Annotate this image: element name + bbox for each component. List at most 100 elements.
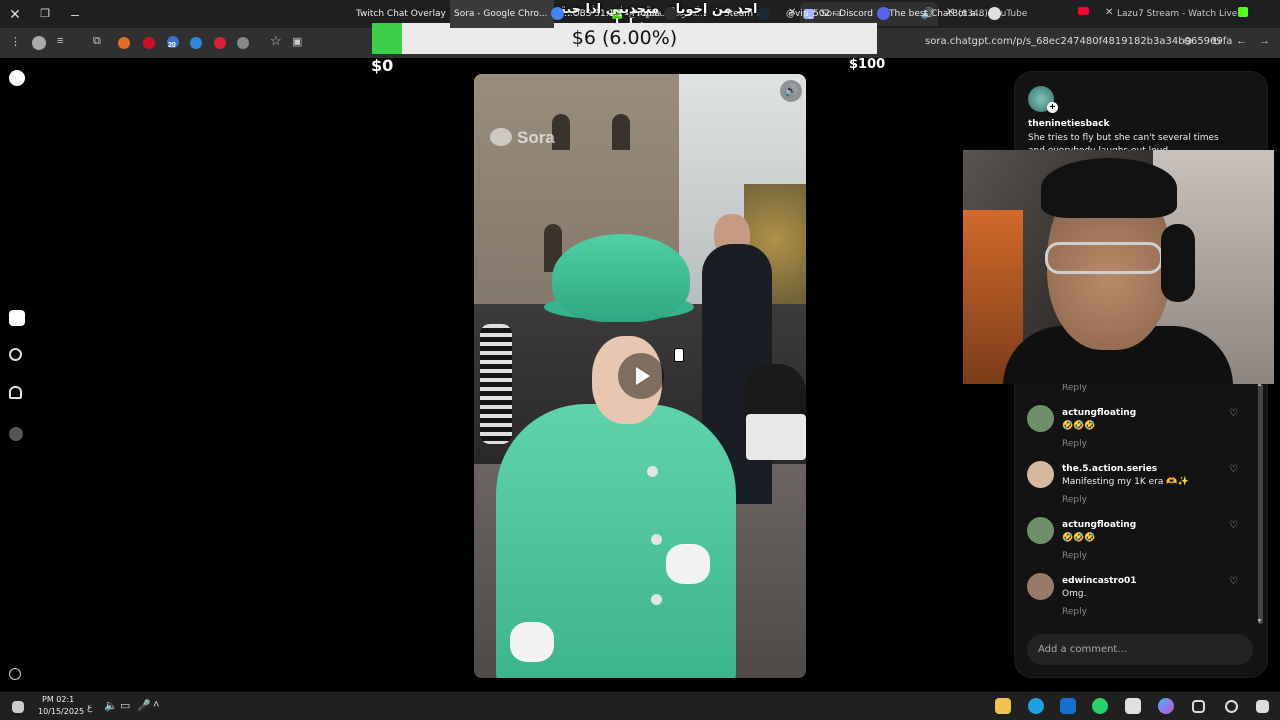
taskbar-app-label: ...OBS 31.1.1 - Profile: [564, 9, 660, 19]
extension-icon[interactable]: [118, 37, 130, 49]
start-icon[interactable]: [1256, 700, 1269, 713]
extension-icon[interactable]: [190, 37, 202, 49]
kick-icon: [1238, 7, 1248, 20]
app-icon: [663, 7, 677, 20]
microphone-icon[interactable]: 🎤: [137, 699, 151, 712]
taskbar-app-label: @vip_502 - Discord: [786, 9, 874, 19]
scroll-down-icon[interactable]: ▼: [1256, 618, 1263, 625]
taskbar-app-button[interactable]: Twitch Chat Overlay: [352, 0, 463, 28]
taskbar-app-label: The best ChatBot a...: [889, 9, 985, 19]
comment-text: Omg.: [1062, 589, 1087, 599]
minimize-window-icon[interactable]: –: [64, 4, 86, 24]
comment-text: 🤣🤣🤣: [1062, 421, 1096, 431]
site-settings-icon[interactable]: ⚙: [1183, 35, 1193, 48]
language-indicator[interactable]: ع: [87, 702, 92, 713]
outlook-icon[interactable]: [1060, 698, 1076, 714]
task-view-icon[interactable]: [1192, 700, 1205, 713]
extension-badge: 20: [168, 42, 176, 49]
copilot-icon[interactable]: [1158, 698, 1174, 714]
commenter-avatar[interactable]: [1027, 405, 1054, 432]
taskbar-app-button[interactable]: Steam: [720, 0, 771, 28]
commenter-username[interactable]: edwincastro01: [1062, 576, 1137, 586]
coat-button: [651, 594, 662, 605]
coat-button: [647, 466, 658, 477]
tab-label: Lazu7 Stream - Watch Live on K: [1117, 9, 1237, 19]
like-heart-icon[interactable]: ♡: [1229, 464, 1238, 475]
taskbar-app-label: Steam: [724, 9, 754, 19]
taskbar-app-button[interactable]: ...OBS 31.1.1 - Profile: [560, 0, 677, 28]
sora-logo-icon[interactable]: [9, 70, 25, 86]
extension-icon[interactable]: [214, 37, 226, 49]
reply-link[interactable]: Reply: [1062, 383, 1087, 393]
extension-icon[interactable]: [143, 37, 155, 49]
commenter-avatar[interactable]: [1027, 517, 1054, 544]
chevron-up-icon[interactable]: ˄: [153, 699, 159, 711]
reply-link[interactable]: Reply: [1062, 495, 1087, 505]
network-icon[interactable]: ▭: [120, 699, 130, 712]
taskbar-app-button[interactable]: Sora - Google Chro...: [450, 0, 565, 28]
back-icon[interactable]: ←: [1236, 35, 1247, 47]
taskbar-app-button[interactable]: @vip_502 - Discord: [782, 0, 891, 28]
video-player[interactable]: Sora 🔊: [474, 74, 806, 678]
reload-icon[interactable]: ↻: [1212, 35, 1221, 48]
app-icon: [757, 7, 771, 20]
reading-list-icon[interactable]: ≡: [57, 35, 63, 47]
author-username[interactable]: theninetiesback: [1028, 119, 1110, 129]
close-window-icon[interactable]: ✕: [4, 4, 26, 24]
white-glove: [510, 622, 554, 662]
bell-icon[interactable]: [9, 386, 22, 399]
volume-icon[interactable]: 🔈: [104, 699, 118, 712]
donation-goal-max: $100: [849, 57, 886, 72]
taskbar-app-button[interactable]: The best ChatBot a...: [885, 0, 1002, 28]
watermark-text: Sora: [517, 128, 555, 147]
search-icon[interactable]: [1225, 700, 1238, 713]
like-heart-icon[interactable]: ♡: [1229, 408, 1238, 419]
home-icon[interactable]: [9, 310, 25, 326]
taskbar-app-label: Twitch Chat Overlay: [356, 9, 446, 19]
notification-icon[interactable]: [12, 701, 24, 713]
close-tab-icon[interactable]: ✕: [1105, 7, 1113, 18]
webcam-overlay: [963, 150, 1274, 384]
bookmark-star-icon[interactable]: ☆: [270, 33, 282, 49]
comment-text: Manifesting my 1K era 🫶✨: [1062, 477, 1189, 487]
clock-time[interactable]: PM 02:1: [42, 695, 74, 704]
extensions-icon[interactable]: ⧉: [93, 35, 101, 48]
white-glove: [666, 544, 710, 584]
cast-icon[interactable]: ▣: [292, 35, 302, 48]
search-icon[interactable]: [9, 348, 22, 361]
store-icon[interactable]: [1125, 698, 1141, 714]
like-heart-icon[interactable]: ♡: [1229, 520, 1238, 531]
youtube-icon: [1078, 7, 1089, 18]
microphone-flag: [746, 414, 806, 460]
skeleton-costume: [480, 324, 512, 444]
headset: [1161, 224, 1195, 302]
sora-watermark-icon: [490, 128, 512, 146]
extension-icon[interactable]: [237, 37, 249, 49]
reply-link[interactable]: Reply: [1062, 551, 1087, 561]
play-icon[interactable]: [618, 353, 664, 399]
more-options-icon[interactable]: [9, 668, 21, 680]
profile-avatar-icon[interactable]: [9, 427, 23, 441]
follow-plus-icon[interactable]: +: [1047, 102, 1058, 113]
like-heart-icon[interactable]: ♡: [1229, 576, 1238, 587]
comments-scrollbar[interactable]: [1258, 384, 1263, 624]
reply-link[interactable]: Reply: [1062, 439, 1087, 449]
commenter-username[interactable]: actungfloating: [1062, 408, 1136, 418]
clock-date[interactable]: 10/15/2025: [38, 707, 84, 716]
file-explorer-icon[interactable]: [995, 698, 1011, 714]
commenter-avatar[interactable]: [1027, 461, 1054, 488]
speaker-icon[interactable]: 🔊: [780, 80, 802, 102]
commenter-avatar[interactable]: [1027, 573, 1054, 600]
reply-link[interactable]: Reply: [1062, 607, 1087, 617]
whatsapp-icon[interactable]: [1092, 698, 1108, 714]
streamer-hair: [1041, 158, 1177, 218]
tab-lazu7-stream[interactable]: Lazu7 Stream - Watch Live on K: [1117, 2, 1237, 26]
commenter-username[interactable]: actungfloating: [1062, 520, 1136, 530]
forward-icon[interactable]: →: [1259, 35, 1270, 47]
profile-icon[interactable]: [32, 36, 46, 50]
comment-input[interactable]: [1027, 634, 1253, 665]
menu-dots-icon[interactable]: ⋮: [10, 35, 21, 48]
commenter-username[interactable]: the.5.action.series: [1062, 464, 1157, 474]
restore-window-icon[interactable]: ❐: [34, 4, 56, 24]
edge-icon[interactable]: [1028, 698, 1044, 714]
